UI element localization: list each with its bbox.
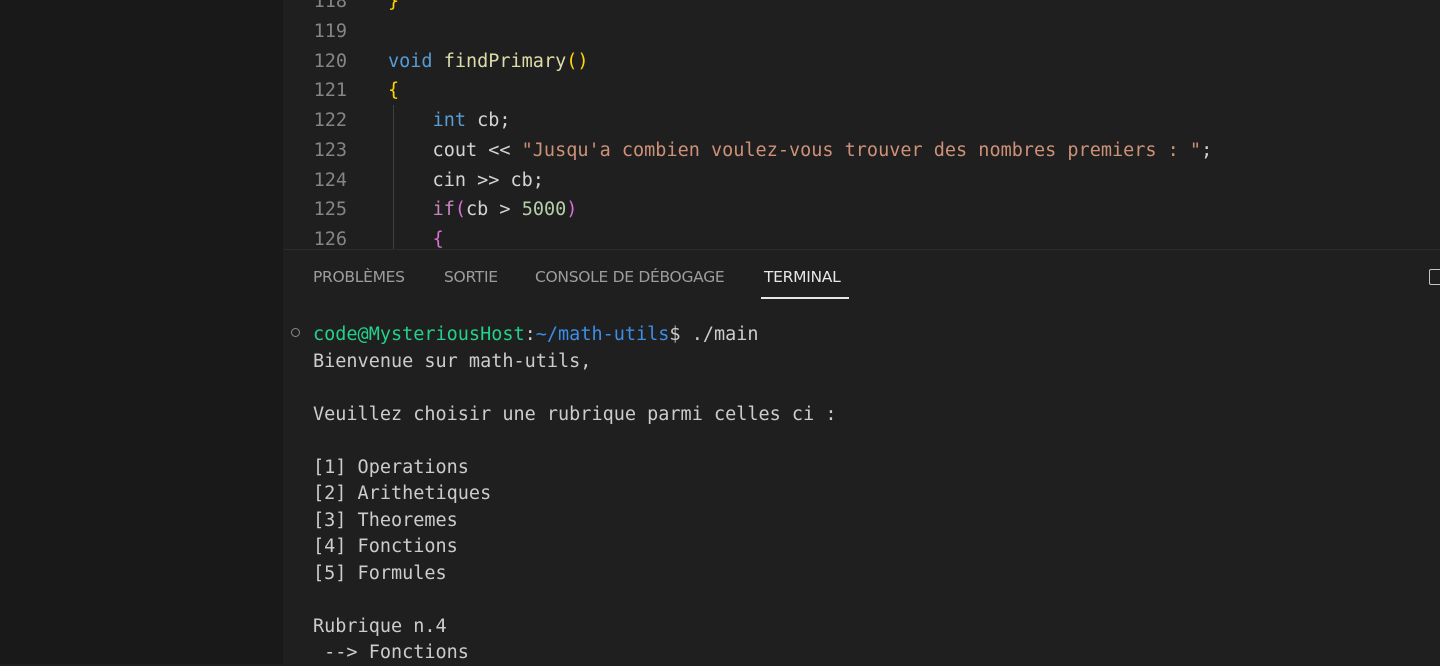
terminal-status-circle-icon (291, 328, 300, 337)
code-line: 125 if(cb > 5000) (283, 195, 1440, 225)
code-token: { (388, 80, 400, 102)
code-token: int (432, 110, 466, 131)
terminal-output-line: [2] Arithetiques (313, 483, 492, 504)
terminal-prompt-line: code@MysteriousHost:~/math-utils$ ./main (313, 321, 759, 348)
tab-debug-console[interactable]: CONSOLE DE DÉBOGAGE (535, 268, 725, 286)
line-number: 122 (313, 110, 347, 131)
prompt-colon: : (524, 324, 536, 345)
line-number: 120 (313, 50, 347, 72)
line-number: 119 (313, 20, 347, 42)
active-tab-indicator (761, 297, 849, 299)
line-number: 123 (313, 139, 347, 161)
code-line: 122 int cb; (283, 106, 1440, 136)
code-token: cb; (465, 110, 511, 131)
terminal-output-line: Veuillez choisir une rubrique parmi cell… (313, 403, 837, 425)
panel-maximize-icon[interactable] (1429, 269, 1440, 285)
code-line: 121 { (283, 76, 1440, 106)
code-line: 124 cin >> cb; (283, 166, 1440, 196)
code-line: 119 (283, 17, 1440, 47)
left-sidebar-area (0, 0, 283, 664)
code-text: void findPrimary() (388, 47, 589, 77)
code-token: ( (454, 199, 466, 221)
line-number: 124 (313, 169, 347, 191)
terminal-output-line: Rubrique n.4 (313, 615, 447, 637)
line-number: 126 (313, 229, 347, 249)
code-token: "Jusqu'a combien voulez-vous trouver des… (521, 139, 1202, 161)
line-number: 125 (313, 199, 347, 221)
terminal-output-line: Bienvenue sur math-utils, (313, 350, 592, 372)
code-text: } (388, 0, 399, 17)
code-token: { (432, 229, 444, 249)
code-text: cout << "Jusqu'a combien voulez-vous tro… (388, 136, 1213, 166)
code-line: 126 { (283, 225, 1440, 249)
line-number: 121 (313, 80, 347, 102)
code-token: cin >> cb; (388, 169, 544, 191)
prompt-path: ~/math-utils (535, 324, 670, 345)
tab-terminal[interactable]: TERMINAL (764, 268, 841, 286)
code-line: 123 cout << "Jusqu'a combien voulez-vous… (283, 136, 1440, 166)
code-token: cb > (465, 199, 522, 221)
terminal-output-line: [1] Operations (313, 456, 469, 478)
terminal-output-line: --> Fonctions (313, 642, 469, 663)
tab-output[interactable]: SORTIE (444, 268, 498, 286)
code-text: int cb; (388, 106, 511, 136)
code-text: { (388, 76, 399, 106)
bottom-panel: PROBLÈMES SORTIE CONSOLE DE DÉBOGAGE TER… (283, 249, 1440, 665)
code-token: cout << (388, 139, 522, 161)
code-token: } (388, 0, 400, 12)
code-text: cin >> cb; (388, 166, 544, 196)
code-token: ) (566, 199, 578, 221)
code-token: () (566, 50, 589, 72)
panel-tabs: PROBLÈMES SORTIE CONSOLE DE DÉBOGAGE TER… (283, 250, 1440, 300)
line-number: 118 (313, 0, 347, 12)
code-line: 120 void findPrimary() (283, 47, 1440, 77)
tab-problems[interactable]: PROBLÈMES (313, 268, 405, 286)
code-token: findPrimary (443, 50, 567, 72)
code-editor[interactable]: 118} 119 120 void findPrimary() 121{122 int … (283, 0, 1440, 249)
terminal-output-line: [4] Fonctions (313, 536, 458, 557)
code-token: if (432, 199, 455, 221)
prompt-command: $ ./main (669, 324, 759, 345)
prompt-user-host: code@MysteriousHost (313, 324, 525, 345)
code-token: void (388, 50, 433, 72)
code-token: 5000 (521, 199, 567, 221)
code-text: if(cb > 5000) (388, 195, 578, 225)
code-line: 118} (283, 0, 1440, 17)
terminal-output-line: [5] Formules (313, 562, 447, 584)
code-token: ; (1201, 139, 1213, 161)
code-text: { (388, 225, 444, 249)
terminal-output-line: [3] Theoremes (313, 509, 458, 531)
